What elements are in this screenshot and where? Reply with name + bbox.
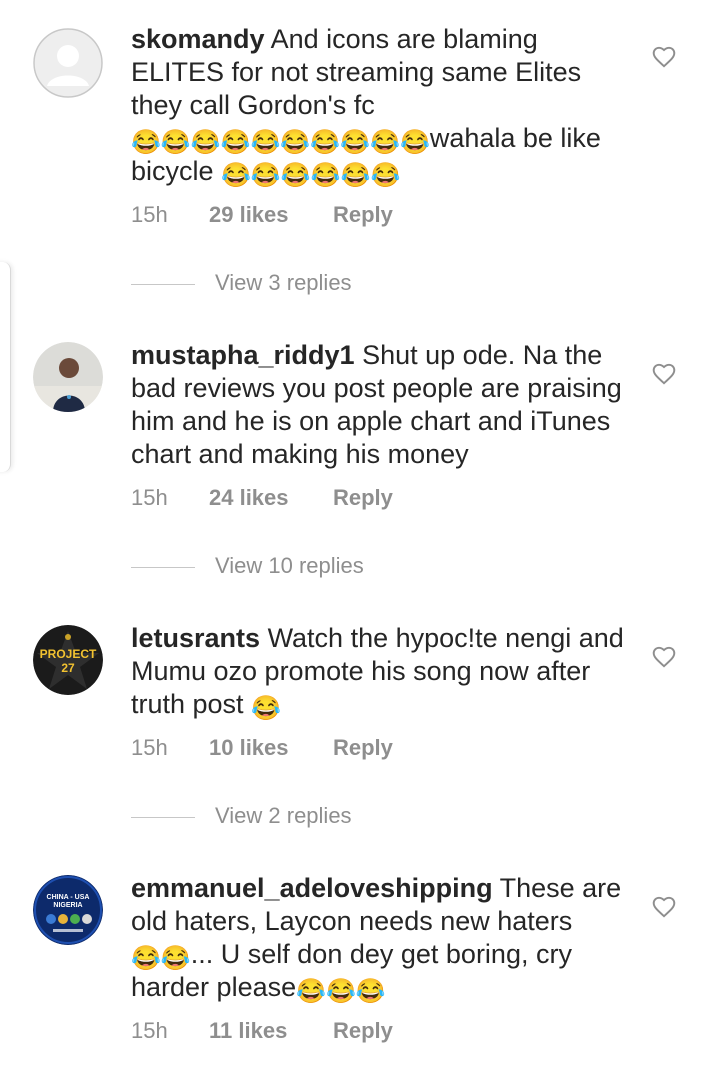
view-replies-button[interactable]: View 10 replies bbox=[131, 553, 364, 579]
project-27-avatar-image: PROJECT 27 bbox=[33, 625, 103, 695]
default-avatar-icon bbox=[33, 28, 103, 98]
likes-count[interactable]: 11 likes bbox=[209, 1018, 333, 1044]
heart-outline-icon[interactable] bbox=[651, 44, 677, 70]
avatar-label: PROJECT bbox=[40, 647, 97, 661]
comment-text: skomandy And icons are blaming ELITES fo… bbox=[131, 23, 619, 188]
laughing-emoji: 😂 bbox=[251, 695, 281, 722]
reply-button[interactable]: Reply bbox=[333, 202, 393, 228]
avatar[interactable]: PROJECT 27 bbox=[33, 625, 103, 695]
replies-divider bbox=[131, 816, 195, 818]
comment-meta: 15h 10 likes Reply bbox=[131, 735, 393, 761]
comment-meta: 15h 24 likes Reply bbox=[131, 485, 393, 511]
timestamp: 15h bbox=[131, 1018, 168, 1043]
china-usa-nigeria-avatar-image: CHINA - USA NIGERIA bbox=[33, 875, 103, 945]
comment-text: mustapha_riddy1 Shut up ode. Na the bad … bbox=[131, 339, 631, 471]
timestamp: 15h bbox=[131, 202, 168, 227]
view-replies-label: View 3 replies bbox=[215, 270, 352, 295]
replies-divider bbox=[131, 283, 195, 285]
likes-count[interactable]: 24 likes bbox=[209, 485, 333, 511]
laughing-emoji: 😂😂😂😂😂😂😂😂😂😂 bbox=[131, 129, 430, 156]
background-sheet-edge bbox=[0, 262, 11, 472]
photo-avatar-image bbox=[33, 342, 103, 412]
laughing-emoji: 😂😂 bbox=[131, 945, 191, 972]
avatar-label: NIGERIA bbox=[53, 902, 82, 909]
comment-meta: 15h 11 likes Reply bbox=[131, 1018, 393, 1044]
likes-count[interactable]: 10 likes bbox=[209, 735, 333, 761]
username[interactable]: emmanuel_adeloveshipping bbox=[131, 873, 493, 903]
username[interactable]: mustapha_riddy1 bbox=[131, 340, 355, 370]
laughing-emoji: 😂😂😂 bbox=[296, 978, 386, 1005]
view-replies-button[interactable]: View 2 replies bbox=[131, 803, 352, 829]
view-replies-label: View 2 replies bbox=[215, 803, 352, 828]
avatar[interactable]: CHINA - USA NIGERIA bbox=[33, 875, 103, 945]
username[interactable]: letusrants bbox=[131, 623, 260, 653]
reply-button[interactable]: Reply bbox=[333, 1018, 393, 1044]
reply-button[interactable]: Reply bbox=[333, 485, 393, 511]
view-replies-label: View 10 replies bbox=[215, 553, 364, 578]
heart-outline-icon[interactable] bbox=[651, 894, 677, 920]
timestamp: 15h bbox=[131, 735, 168, 760]
laughing-emoji: 😂😂😂😂😂😂 bbox=[221, 162, 401, 189]
heart-outline-icon[interactable] bbox=[651, 644, 677, 670]
comment-meta: 15h 29 likes Reply bbox=[131, 202, 393, 228]
view-replies-button[interactable]: View 3 replies bbox=[131, 270, 352, 296]
reply-button[interactable]: Reply bbox=[333, 735, 393, 761]
avatar-label: CHINA - USA bbox=[47, 894, 90, 901]
likes-count[interactable]: 29 likes bbox=[209, 202, 333, 228]
timestamp: 15h bbox=[131, 485, 168, 510]
avatar-number: 27 bbox=[61, 661, 75, 675]
heart-outline-icon[interactable] bbox=[651, 361, 677, 387]
comment-text: emmanuel_adeloveshipping These are old h… bbox=[131, 872, 631, 1004]
username[interactable]: skomandy bbox=[131, 24, 265, 54]
avatar[interactable] bbox=[33, 342, 103, 412]
replies-divider bbox=[131, 566, 195, 568]
avatar[interactable] bbox=[33, 28, 103, 98]
comment-text: letusrants Watch the hypoc!te nengi and … bbox=[131, 622, 631, 721]
